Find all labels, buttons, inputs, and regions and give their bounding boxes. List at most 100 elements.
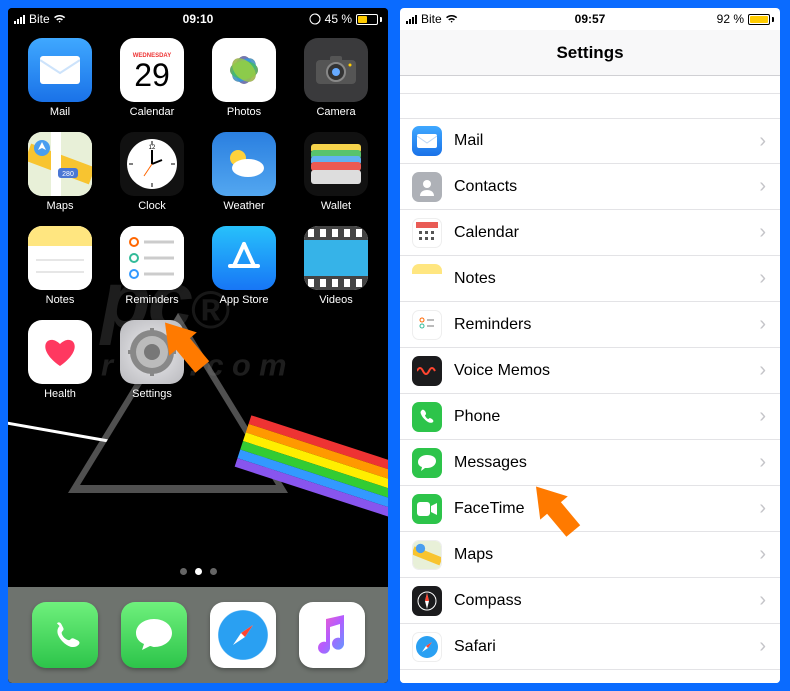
app-label: Settings [132, 388, 172, 400]
row-compass[interactable]: Compass › [400, 578, 780, 624]
app-label: Notes [46, 294, 75, 306]
contacts-icon [412, 172, 442, 202]
chevron-right-icon: › [759, 313, 766, 336]
calendar-icon [412, 218, 442, 248]
maps-icon: 280 [28, 132, 92, 196]
camera-icon [304, 38, 368, 102]
home-app-grid: Mail WEDNESDAY 29 Calendar Photos Came [8, 30, 388, 400]
row-label: Notes [454, 270, 759, 288]
settings-header: Settings [400, 30, 780, 76]
app-label: Videos [319, 294, 352, 306]
chevron-right-icon: › [759, 175, 766, 198]
row-mail[interactable]: Mail › [400, 118, 780, 164]
status-time: 09:10 [183, 12, 214, 26]
app-label: Clock [138, 200, 166, 212]
chevron-right-icon: › [759, 497, 766, 520]
dock-music[interactable] [299, 602, 365, 668]
maps-icon [412, 540, 442, 570]
chevron-right-icon: › [759, 359, 766, 382]
wifi-icon [446, 14, 460, 24]
app-maps[interactable]: 280 Maps [18, 132, 102, 212]
app-label: Photos [227, 106, 261, 118]
chevron-right-icon: › [759, 635, 766, 658]
battery-icon [748, 14, 774, 25]
voicememos-icon [412, 356, 442, 386]
row-messages[interactable]: Messages › [400, 440, 780, 486]
app-reminders[interactable]: Reminders [110, 226, 194, 306]
svg-text:280: 280 [62, 171, 74, 178]
app-notes[interactable]: Notes [18, 226, 102, 306]
chevron-right-icon: › [759, 405, 766, 428]
tutorial-container: pc® risk.com Bite 09:10 45 % [0, 0, 790, 691]
weather-icon [212, 132, 276, 196]
row-label: Maps [454, 546, 759, 564]
app-videos[interactable]: Videos [294, 226, 378, 306]
row-label: Calendar [454, 224, 759, 242]
app-label: Wallet [321, 200, 351, 212]
app-calendar[interactable]: WEDNESDAY 29 Calendar [110, 38, 194, 118]
dock [8, 587, 388, 683]
row-maps[interactable]: Maps › [400, 532, 780, 578]
row-label: Compass [454, 592, 759, 610]
settings-list[interactable]: Mail › Contacts › Calendar › Notes › Rem… [400, 76, 780, 683]
notes-icon [28, 226, 92, 290]
dock-messages[interactable] [121, 602, 187, 668]
row-safari[interactable]: Safari › [400, 624, 780, 670]
app-weather[interactable]: Weather [202, 132, 286, 212]
row-voicememos[interactable]: Voice Memos › [400, 348, 780, 394]
dock-phone[interactable] [32, 602, 98, 668]
chevron-right-icon: › [759, 589, 766, 612]
wallet-icon [304, 132, 368, 196]
app-label: Weather [223, 200, 264, 212]
row-contacts[interactable]: Contacts › [400, 164, 780, 210]
dnd-moon-icon [701, 13, 713, 25]
app-label: Maps [47, 200, 74, 212]
phone-settings-screen: pc® risk.com Bite 09:57 92 % Settings [400, 8, 780, 683]
videos-icon [304, 226, 368, 290]
chevron-right-icon: › [759, 221, 766, 244]
row-label: Messages [454, 454, 759, 472]
app-mail[interactable]: Mail [18, 38, 102, 118]
notes-icon [412, 264, 442, 294]
page-indicator[interactable] [8, 568, 388, 575]
row-facetime[interactable]: FaceTime › [400, 486, 780, 532]
app-photos[interactable]: Photos [202, 38, 286, 118]
row-label: Mail [454, 132, 759, 150]
chevron-right-icon: › [759, 130, 766, 153]
row-label: Reminders [454, 316, 759, 334]
app-wallet[interactable]: Wallet [294, 132, 378, 212]
app-label: App Store [220, 294, 269, 306]
mail-icon [412, 126, 442, 156]
row-phone[interactable]: Phone › [400, 394, 780, 440]
app-camera[interactable]: Camera [294, 38, 378, 118]
app-health[interactable]: Health [18, 320, 102, 400]
app-appstore[interactable]: App Store [202, 226, 286, 306]
app-label: Mail [50, 106, 70, 118]
chevron-right-icon: › [759, 543, 766, 566]
signal-icon [14, 14, 25, 24]
photos-icon [212, 38, 276, 102]
messages-icon [412, 448, 442, 478]
battery-text: 45 % [325, 12, 352, 26]
reminders-icon [412, 310, 442, 340]
row-notes[interactable]: Notes › [400, 256, 780, 302]
appstore-icon [212, 226, 276, 290]
row-partial-top [400, 76, 780, 94]
dock-safari[interactable] [210, 602, 276, 668]
status-bar: Bite 09:57 92 % [400, 8, 780, 30]
phone-home-screen: pc® risk.com Bite 09:10 45 % [8, 8, 388, 683]
facetime-icon [412, 494, 442, 524]
carrier-label: Bite [29, 12, 50, 26]
row-calendar[interactable]: Calendar › [400, 210, 780, 256]
app-clock[interactable]: 12 Clock [110, 132, 194, 212]
row-label: Phone [454, 408, 759, 426]
row-label: Safari [454, 638, 759, 656]
chevron-right-icon: › [759, 267, 766, 290]
row-label: FaceTime [454, 500, 759, 518]
clock-icon: 12 [120, 132, 184, 196]
app-label: Calendar [130, 106, 175, 118]
wifi-icon [54, 14, 68, 24]
reminders-icon [120, 226, 184, 290]
row-label: Voice Memos [454, 362, 759, 380]
row-reminders[interactable]: Reminders › [400, 302, 780, 348]
